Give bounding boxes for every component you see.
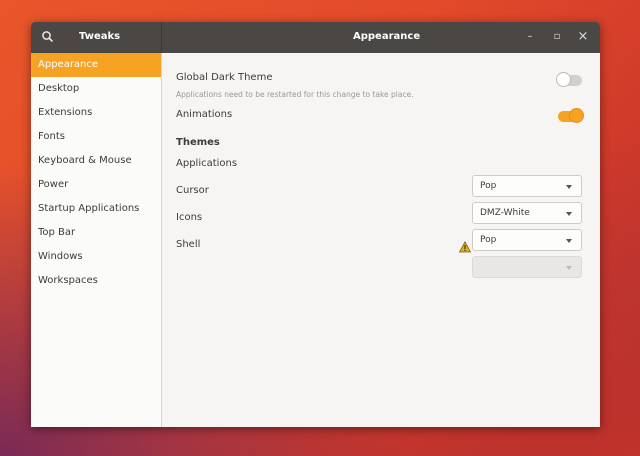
shell-theme-select <box>472 256 582 278</box>
titlebar-left: Tweaks <box>31 22 162 53</box>
sidebar-item-appearance[interactable]: Appearance <box>31 53 161 77</box>
cursor-theme-select[interactable]: DMZ-White <box>472 202 582 224</box>
animations-label: Animations <box>176 109 233 120</box>
themes-section-title: Themes <box>176 137 220 148</box>
sidebar: Appearance Desktop Extensions Fonts Keyb… <box>31 53 162 427</box>
sidebar-item-desktop[interactable]: Desktop <box>31 77 161 101</box>
warning-icon <box>458 240 472 253</box>
applications-theme-select[interactable]: Pop <box>472 175 582 197</box>
dark-theme-note: Applications need to be restarted for th… <box>176 90 414 99</box>
applications-theme-label: Applications <box>176 158 238 169</box>
animations-switch[interactable] <box>558 109 583 122</box>
close-button[interactable]: × <box>576 30 590 44</box>
chevron-down-icon <box>566 239 572 243</box>
sidebar-item-fonts[interactable]: Fonts <box>31 125 161 149</box>
search-icon <box>42 31 54 43</box>
chevron-down-icon <box>566 266 572 270</box>
sidebar-item-extensions[interactable]: Extensions <box>31 101 161 125</box>
sidebar-item-power[interactable]: Power <box>31 173 161 197</box>
maximize-button[interactable]: ▫ <box>550 30 564 44</box>
app-title: Tweaks <box>79 31 121 42</box>
search-button[interactable] <box>40 29 56 45</box>
sidebar-item-windows[interactable]: Windows <box>31 245 161 269</box>
cursor-theme-label: Cursor <box>176 185 209 196</box>
tweaks-window: Tweaks Appearance – ▫ × Appearance Deskt… <box>31 22 600 427</box>
titlebar: Tweaks Appearance – ▫ × <box>31 22 600 53</box>
appearance-panel: Global Dark Theme Applications need to b… <box>162 53 600 427</box>
switch-knob <box>570 109 583 122</box>
icons-theme-value: Pop <box>480 235 497 245</box>
chevron-down-icon <box>566 212 572 216</box>
chevron-down-icon <box>566 185 572 189</box>
dark-theme-label: Global Dark Theme <box>176 72 273 83</box>
applications-theme-value: Pop <box>480 181 497 191</box>
cursor-theme-value: DMZ-White <box>480 208 530 218</box>
sidebar-item-keyboard-mouse[interactable]: Keyboard & Mouse <box>31 149 161 173</box>
page-title: Appearance <box>353 31 421 42</box>
sidebar-item-workspaces[interactable]: Workspaces <box>31 269 161 293</box>
sidebar-item-startup-applications[interactable]: Startup Applications <box>31 197 161 221</box>
dark-theme-switch[interactable] <box>557 73 582 86</box>
icons-theme-select[interactable]: Pop <box>472 229 582 251</box>
icons-theme-label: Icons <box>176 212 203 223</box>
switch-knob <box>557 73 570 86</box>
shell-theme-label: Shell <box>176 239 201 250</box>
minimize-button[interactable]: – <box>523 30 537 44</box>
sidebar-item-top-bar[interactable]: Top Bar <box>31 221 161 245</box>
